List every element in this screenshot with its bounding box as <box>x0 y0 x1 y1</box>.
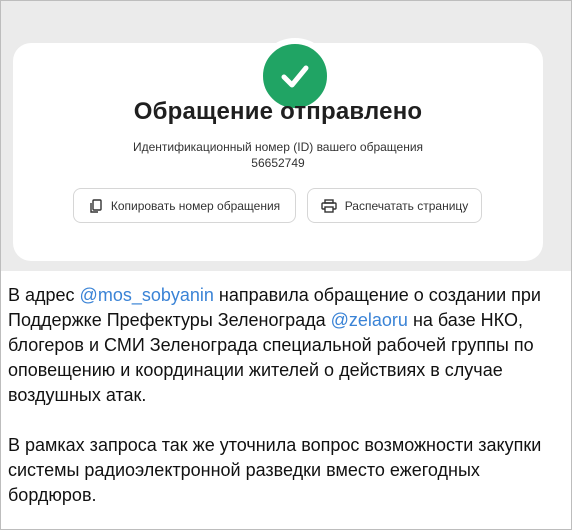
copy-request-number-button[interactable]: Копировать номер обращения <box>73 188 296 223</box>
printer-icon <box>320 198 337 213</box>
check-icon <box>281 65 309 88</box>
confirmation-screenshot: Обращение отправлено Идентификационный н… <box>1 1 571 271</box>
request-id-label: Идентификационный номер (ID) вашего обра… <box>132 140 424 154</box>
mention-zelaoru-link[interactable]: @zelaoru <box>331 310 408 330</box>
post-text: В адрес @mos_sobyanin направила обращени… <box>8 283 568 508</box>
copy-button-label: Копировать номер обращения <box>110 198 281 213</box>
page-title: Обращение отправлено <box>133 98 423 125</box>
print-page-button[interactable]: Распечатать страницу <box>307 188 482 223</box>
print-button-label: Распечатать страницу <box>344 198 469 213</box>
post-frame: Обращение отправлено Идентификационный н… <box>0 0 572 530</box>
request-id-value: 56652749 <box>251 156 305 170</box>
paragraph-1-text-start: В адрес <box>8 285 80 305</box>
copy-icon <box>90 198 102 213</box>
post-paragraph-1: В адрес @mos_sobyanin направила обращени… <box>8 283 568 408</box>
confirmation-card: Обращение отправлено Идентификационный н… <box>13 38 543 261</box>
post-paragraph-2: В рамках запроса так же уточнила вопрос … <box>8 435 542 505</box>
mention-mos-sobyanin-link[interactable]: @mos_sobyanin <box>80 285 214 305</box>
